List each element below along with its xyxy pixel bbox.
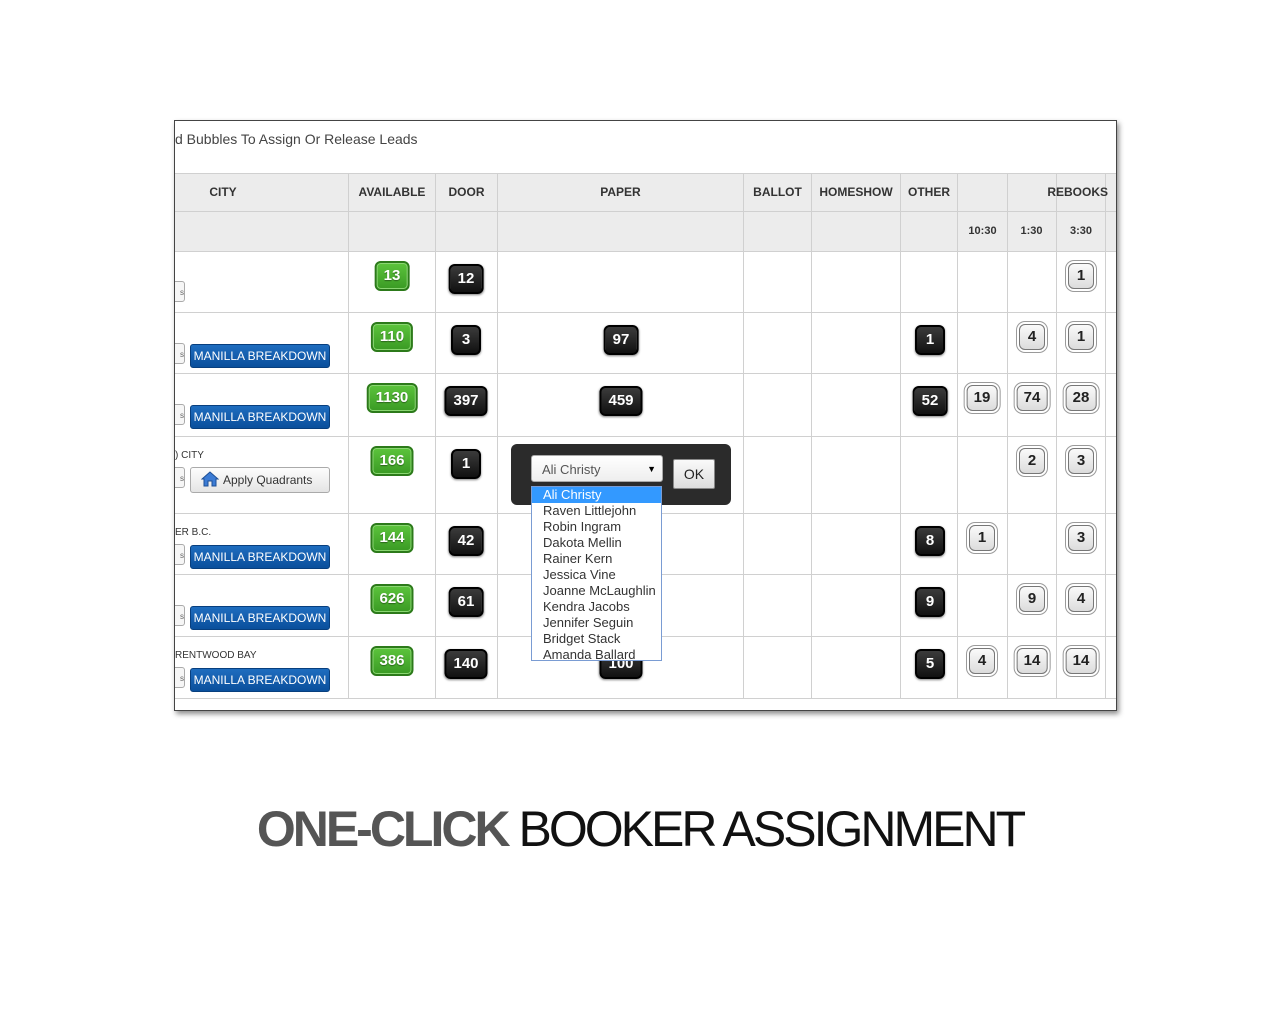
manilla-breakdown-button[interactable]: MANILLA BREAKDOWN: [190, 668, 330, 692]
ok-button[interactable]: OK: [673, 459, 715, 489]
dropdown-option[interactable]: Kendra Jacobs: [532, 599, 661, 615]
dropdown-option[interactable]: Amanda Ballard: [532, 647, 661, 660]
available-bubble[interactable]: 144: [370, 523, 414, 553]
caption-regular: BOOKER ASSIGNMENT: [507, 801, 1026, 857]
grid-line: [175, 436, 1116, 437]
dropdown-option[interactable]: Jennifer Seguin: [532, 615, 661, 631]
r1-bubble[interactable]: 1: [969, 525, 995, 551]
r2-bubble[interactable]: 74: [1016, 385, 1048, 411]
available-bubble[interactable]: 386: [370, 646, 414, 676]
paper-bubble[interactable]: 459: [599, 386, 643, 416]
cut-off-button[interactable]: s: [175, 605, 185, 626]
column-header-available: AVAILABLE: [358, 185, 426, 199]
rebook-time-header: 1:30: [1020, 225, 1043, 237]
dropdown-option[interactable]: Rainer Kern: [532, 551, 661, 567]
caption-bold: ONE-CLICK: [256, 801, 511, 857]
manilla-breakdown-button[interactable]: MANILLA BREAKDOWN: [190, 606, 330, 630]
available-bubble[interactable]: 13: [374, 261, 410, 291]
column-header-ballot: BALLOT: [753, 185, 802, 199]
door-bubble[interactable]: 42: [448, 526, 484, 556]
r3-bubble[interactable]: 3: [1068, 525, 1094, 551]
r2-bubble[interactable]: 14: [1016, 648, 1048, 674]
grid-line: [175, 312, 1116, 313]
available-bubble[interactable]: 166: [370, 446, 414, 476]
other-bubble[interactable]: 1: [915, 325, 945, 355]
r3-bubble[interactable]: 3: [1068, 448, 1094, 474]
city-name: ) CITY: [175, 450, 204, 461]
r3-bubble[interactable]: 28: [1065, 385, 1097, 411]
apply-quadrants-button[interactable]: Apply Quadrants: [190, 467, 330, 493]
grid-line: [175, 373, 1116, 374]
dropdown-option[interactable]: Robin Ingram: [532, 519, 661, 535]
dropdown-option[interactable]: Ali Christy: [532, 487, 661, 503]
dropdown-option[interactable]: Dakota Mellin: [532, 535, 661, 551]
column-header-other: OTHER: [908, 185, 950, 199]
r1-bubble[interactable]: 19: [966, 385, 998, 411]
column-header-homeshow: HOMESHOW: [819, 185, 893, 199]
other-bubble[interactable]: 5: [915, 649, 945, 679]
instruction-text: d Bubbles To Assign Or Release Leads: [175, 131, 418, 147]
column-header-city: CITY: [209, 185, 237, 199]
other-bubble[interactable]: 52: [912, 386, 948, 416]
city-name: ER B.C.: [175, 527, 212, 538]
door-bubble[interactable]: 12: [448, 264, 484, 294]
manilla-breakdown-button[interactable]: MANILLA BREAKDOWN: [190, 344, 330, 368]
door-bubble[interactable]: 397: [444, 386, 488, 416]
grid-line: [175, 251, 1116, 252]
dropdown-option[interactable]: Raven Littlejohn: [532, 503, 661, 519]
lead-assignment-panel: d Bubbles To Assign Or Release Leads CIT…: [174, 120, 1117, 711]
door-bubble[interactable]: 3: [451, 325, 481, 355]
cut-off-button[interactable]: s: [175, 281, 185, 302]
rebook-time-header: 3:30: [1069, 225, 1093, 237]
cut-off-button[interactable]: s: [175, 404, 185, 425]
column-header-door: DOOR: [448, 185, 485, 199]
door-bubble[interactable]: 140: [444, 649, 488, 679]
booker-select-value: Ali Christy: [542, 462, 601, 477]
column-header-rebooks: REBOOKS: [1047, 185, 1108, 199]
r3-bubble[interactable]: 14: [1065, 648, 1097, 674]
r2-bubble[interactable]: 2: [1019, 448, 1045, 474]
r3-bubble[interactable]: 1: [1068, 324, 1094, 350]
apply-quadrants-label: Apply Quadrants: [223, 473, 313, 487]
cut-off-button[interactable]: s: [175, 467, 185, 488]
available-bubble[interactable]: 1130: [366, 383, 418, 413]
r2-bubble[interactable]: 4: [1019, 324, 1045, 350]
caption: ONE-CLICK BOOKER ASSIGNMENT: [0, 800, 1280, 858]
door-bubble[interactable]: 61: [448, 587, 484, 617]
column-header-paper: PAPER: [600, 185, 641, 199]
manilla-breakdown-button[interactable]: MANILLA BREAKDOWN: [190, 545, 330, 569]
cut-off-button[interactable]: s: [175, 667, 185, 688]
paper-bubble[interactable]: 97: [603, 325, 639, 355]
cut-off-button[interactable]: s: [175, 544, 185, 565]
chevron-down-icon: ▼: [647, 464, 656, 474]
dropdown-option[interactable]: Joanne McLaughlin: [532, 583, 661, 599]
booker-select[interactable]: Ali Christy ▼: [531, 455, 663, 482]
dropdown-option[interactable]: Bridget Stack: [532, 631, 661, 647]
home-icon: [191, 471, 223, 487]
r3-bubble[interactable]: 1: [1068, 263, 1094, 289]
cut-off-button[interactable]: s: [175, 343, 185, 364]
manilla-breakdown-button[interactable]: MANILLA BREAKDOWN: [190, 405, 330, 429]
other-bubble[interactable]: 8: [915, 526, 945, 556]
door-bubble[interactable]: 1: [451, 449, 481, 479]
rebook-time-header: 10:30: [968, 225, 997, 237]
other-bubble[interactable]: 9: [915, 587, 945, 617]
booker-dropdown-list[interactable]: Ali Christy Raven Littlejohn Robin Ingram D…: [531, 486, 662, 661]
available-bubble[interactable]: 626: [370, 584, 414, 614]
r1-bubble[interactable]: 4: [969, 648, 995, 674]
grid-line: [175, 698, 1116, 699]
available-bubble[interactable]: 110: [370, 322, 414, 352]
r3-bubble[interactable]: 4: [1068, 586, 1094, 612]
city-name: RENTWOOD BAY: [175, 650, 257, 661]
dropdown-option[interactable]: Jessica Vine: [532, 567, 661, 583]
r2-bubble[interactable]: 9: [1019, 586, 1045, 612]
